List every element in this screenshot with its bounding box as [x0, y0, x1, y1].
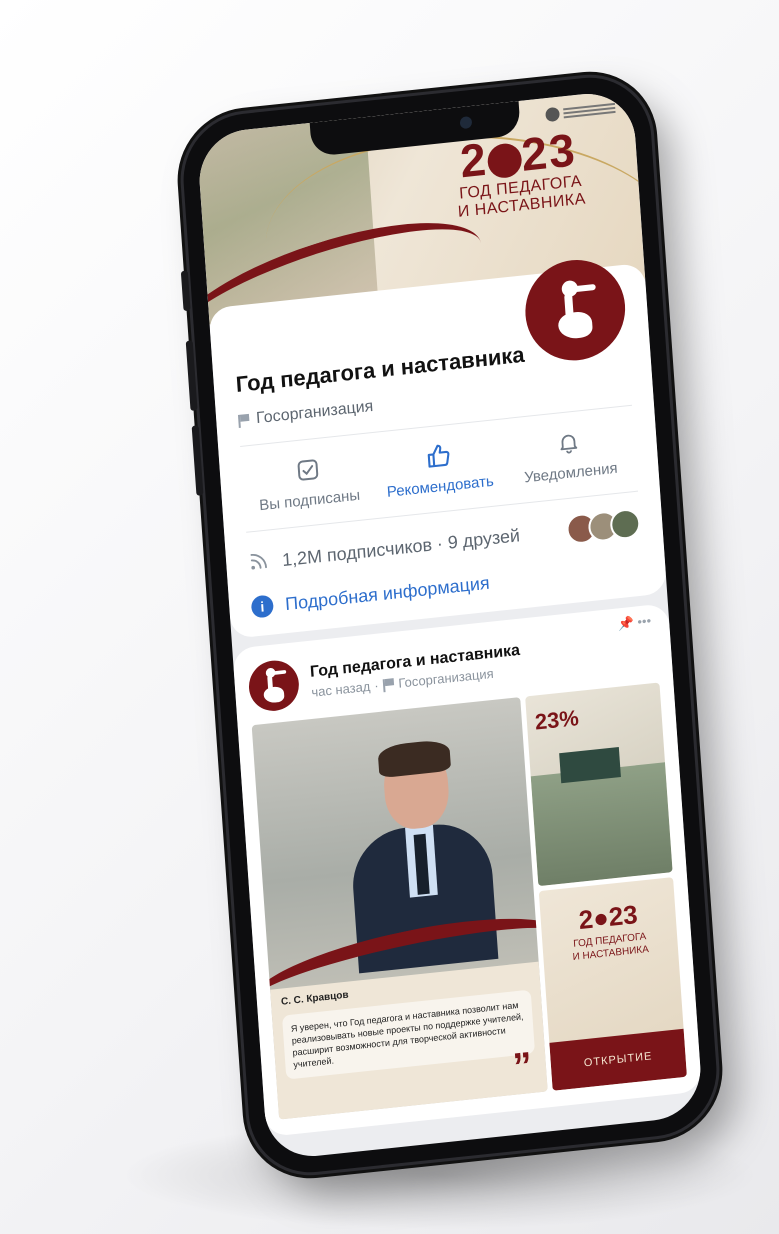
post-image-main[interactable]: С. С. Кравцов Я уверен, что Год педагога…	[251, 697, 548, 1120]
details-label: Подробная информация	[284, 572, 491, 614]
post-time: час назад	[310, 678, 371, 700]
percent-label: 23%	[534, 705, 580, 735]
subscribed-label: Вы подписаны	[258, 486, 361, 515]
friends-avatars[interactable]	[565, 507, 642, 546]
volume-up-button	[185, 340, 198, 411]
recommend-label: Рекомендовать	[386, 472, 495, 501]
notifications-label: Уведомления	[523, 459, 619, 487]
quote-mark-icon: ”	[511, 1044, 534, 1089]
flag-icon	[238, 414, 251, 427]
bell-icon	[554, 427, 584, 458]
phone-screen: 2 23 ГОД ПЕДАГОГА И НАСТАВНИКА Год педаго…	[196, 89, 704, 1161]
board-shape	[559, 747, 621, 784]
classroom-photo	[530, 762, 673, 887]
pelican-icon	[260, 666, 289, 705]
mute-switch	[180, 270, 191, 312]
subscribed-button[interactable]: Вы подписаны	[241, 449, 375, 516]
post-image-logo[interactable]: 2●23 ГОД ПЕДАГОГА И НАСТАВНИКА ОТКРЫТИЕ	[538, 877, 687, 1091]
recommend-button[interactable]: Рекомендовать	[372, 435, 506, 502]
camera-icon	[459, 115, 473, 130]
eagle-icon	[545, 106, 561, 123]
meta-separator: ·	[373, 677, 380, 694]
phone-body: 2 23 ГОД ПЕДАГОГА И НАСТАВНИКА Год педаго…	[179, 71, 721, 1179]
group-type-label: Госорганизация	[255, 397, 374, 428]
post-media-grid: С. С. Кравцов Я уверен, что Год педагога…	[251, 682, 687, 1120]
profile-card: Год педагога и наставника Госорганизация…	[208, 255, 668, 639]
thumbs-up-icon	[423, 441, 453, 472]
post-image-classroom[interactable]: 23%	[525, 682, 673, 887]
rss-icon	[247, 548, 271, 577]
volume-down-button	[191, 425, 204, 496]
action-bar: Вы подписаны Рекомендовать Уведомления	[241, 422, 637, 516]
flag-icon	[382, 678, 395, 691]
more-icon[interactable]: •••	[637, 613, 652, 629]
open-label: ОТКРЫТИЕ	[549, 1028, 687, 1091]
pin-icon: 📌	[617, 614, 635, 632]
notifications-button[interactable]: Уведомления	[503, 422, 637, 489]
info-icon: i	[250, 594, 275, 619]
quote-box: С. С. Кравцов Я уверен, что Год педагога…	[270, 961, 548, 1120]
checkbox-icon	[293, 455, 323, 486]
pelican-zero-icon	[486, 141, 523, 180]
post-avatar[interactable]	[247, 658, 301, 714]
post-card: 📌 ••• Год педагога и наставника час наза…	[232, 603, 703, 1137]
subscribers-count: 1,2M подписчиков · 9 друзей	[281, 524, 521, 570]
pelican-icon	[551, 278, 599, 342]
phone-device: 2 23 ГОД ПЕДАГОГА И НАСТАВНИКА Год педаго…	[179, 71, 721, 1179]
